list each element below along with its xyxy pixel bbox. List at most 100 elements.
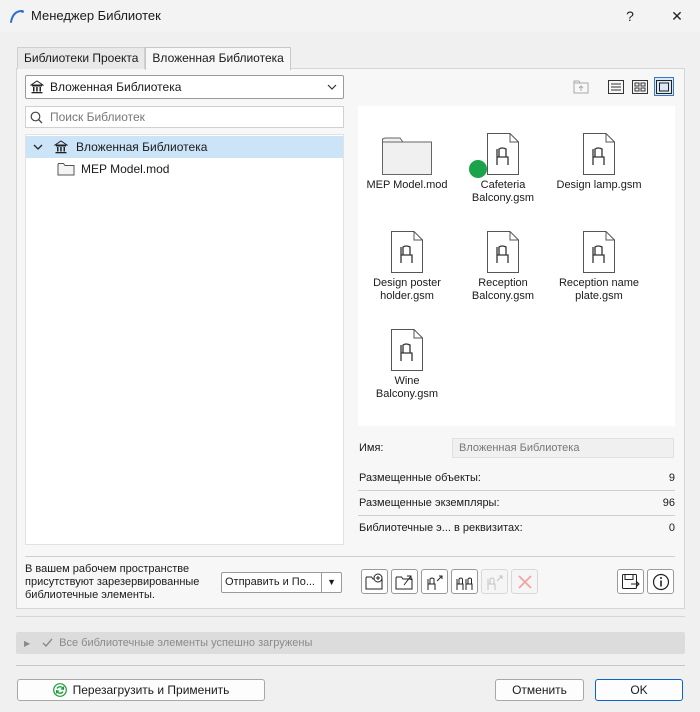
info-button[interactable] (647, 569, 674, 594)
object-move-icon (427, 575, 442, 590)
placed-objects-value: 9 (668, 472, 675, 484)
folder-add-icon (365, 573, 382, 589)
name-label: Имя: (359, 442, 384, 454)
add-library-button[interactable] (361, 569, 388, 594)
ok-button[interactable]: OK (595, 679, 683, 701)
divider (358, 490, 675, 491)
large-icons-view-icon (656, 79, 672, 94)
send-and-receive-button[interactable]: Отправить и По... ▼ (221, 572, 342, 593)
item-name-line1: MEP Model.mod (366, 179, 448, 191)
refresh-icon (52, 683, 67, 697)
reserved-elements-message: В вашем рабочем пространстве присутствую… (25, 563, 200, 601)
release-object-button[interactable] (481, 569, 508, 594)
folder-up-icon (573, 80, 589, 93)
divider (25, 556, 675, 557)
tab-project-libraries[interactable]: Библиотеки Проекта (17, 47, 146, 69)
tree-item-label: Вложенная Библиотека (76, 140, 208, 154)
library-select-value: Вложенная Библиотека (50, 80, 182, 94)
placed-instances-label: Размещенные экземпляры: (359, 497, 500, 509)
search-input[interactable] (48, 109, 328, 125)
placed-marker-icon (469, 160, 487, 178)
load-status-bar[interactable]: ▶ Все библиотечные элементы успешно загр… (16, 632, 685, 654)
divider (358, 515, 675, 516)
close-button[interactable]: ✕ (655, 0, 699, 32)
library-item[interactable]: MEP Model.mod (359, 116, 455, 192)
checkmark-icon (42, 638, 53, 648)
status-text: Все библиотечные элементы успешно загруж… (59, 637, 313, 649)
item-name-line2: Balcony.gsm (471, 192, 535, 204)
send-button-label: Отправить и По... (225, 576, 315, 588)
chevron-down-icon[interactable] (33, 142, 43, 152)
item-name-line1: Reception name (558, 277, 640, 289)
library-in-props-value: 0 (668, 522, 675, 534)
library-tree: Вложенная Библиотека MEP Model.mod (25, 134, 344, 545)
tree-item-embedded-library[interactable]: Вложенная Библиотека (26, 136, 343, 158)
tree-item-mep-model[interactable]: MEP Model.mod (26, 158, 343, 180)
detail-view-button[interactable] (630, 77, 650, 96)
caret-right-icon[interactable]: ▶ (24, 639, 30, 648)
item-name-line2: plate.gsm (575, 290, 623, 302)
name-field: Вложенная Библиотека (452, 438, 674, 458)
library-item[interactable]: Reception Balcony.gsm (455, 214, 551, 303)
divider (321, 573, 322, 592)
grid-view-icon (632, 79, 648, 94)
divider (16, 665, 685, 666)
tree-item-label: MEP Model.mod (81, 162, 170, 176)
go-up-folder-button[interactable] (571, 77, 591, 96)
item-name-line2: Balcony.gsm (471, 290, 535, 302)
item-name-line1: Reception (478, 277, 528, 289)
cancel-button[interactable]: Отменить (495, 679, 584, 701)
list-view-button[interactable] (606, 77, 626, 96)
gsm-file-icon (487, 231, 519, 273)
gsm-file-icon (391, 329, 423, 371)
folder-export-icon (395, 575, 412, 589)
item-name-line2: Balcony.gsm (375, 388, 439, 400)
library-building-icon (54, 140, 68, 154)
item-name-line1: Design poster (373, 277, 441, 289)
divider (16, 616, 685, 617)
chevron-down-icon (327, 84, 337, 90)
help-button[interactable]: ? (608, 0, 652, 32)
tab-bar: Библиотеки Проекта Вложенная Библиотека (17, 47, 291, 70)
duplicate-object-button[interactable] (451, 569, 478, 594)
placed-instances-value: 96 (662, 497, 675, 509)
item-name-line1: Wine (394, 375, 420, 387)
reload-and-apply-button[interactable]: Перезагрузить и Применить (17, 679, 265, 701)
archicad-logo-icon (10, 10, 24, 23)
list-view-icon (608, 79, 624, 94)
caret-down-icon[interactable]: ▼ (327, 573, 336, 592)
object-duplicate-icon (456, 577, 472, 590)
object-release-icon (487, 575, 502, 590)
item-name-line1: Cafeteria (480, 179, 526, 191)
window-title: Менеджер Библиотек (31, 8, 161, 23)
library-building-icon (30, 80, 44, 94)
library-in-props-label: Библиотечные э... в реквизитах: (359, 522, 523, 534)
save-icon (621, 573, 640, 589)
tab-embedded-library[interactable]: Вложенная Библиотека (145, 47, 291, 70)
library-items-panel: MEP Model.mod Cafeteria Balcony.gsm Desi… (358, 106, 675, 426)
library-item[interactable]: Design poster holder.gsm (359, 214, 455, 303)
gsm-file-icon (391, 231, 423, 273)
library-item[interactable]: Reception name plate.gsm (551, 214, 647, 303)
move-object-button[interactable] (421, 569, 448, 594)
library-item[interactable]: Cafeteria Balcony.gsm (455, 116, 551, 205)
item-name-line2: holder.gsm (380, 290, 434, 302)
gsm-file-icon (583, 231, 615, 273)
item-name-line1: Design lamp.gsm (556, 179, 642, 191)
folder-icon (57, 163, 75, 176)
thumbnail-view-button[interactable] (654, 77, 674, 96)
folder-icon (382, 137, 432, 175)
library-item[interactable]: Wine Balcony.gsm (359, 312, 455, 401)
library-select[interactable]: Вложенная Библиотека (25, 75, 344, 99)
reload-and-apply-label: Перезагрузить и Применить (72, 683, 230, 697)
info-icon (652, 573, 669, 590)
close-icon (517, 574, 532, 589)
gsm-file-icon (583, 133, 615, 175)
export-library-button[interactable] (391, 569, 418, 594)
library-search[interactable] (25, 106, 344, 128)
gsm-file-icon (487, 133, 519, 175)
library-item[interactable]: Design lamp.gsm (551, 116, 647, 192)
save-library-button[interactable] (617, 569, 644, 594)
placed-objects-label: Размещенные объекты: (359, 472, 481, 484)
delete-button[interactable] (511, 569, 538, 594)
